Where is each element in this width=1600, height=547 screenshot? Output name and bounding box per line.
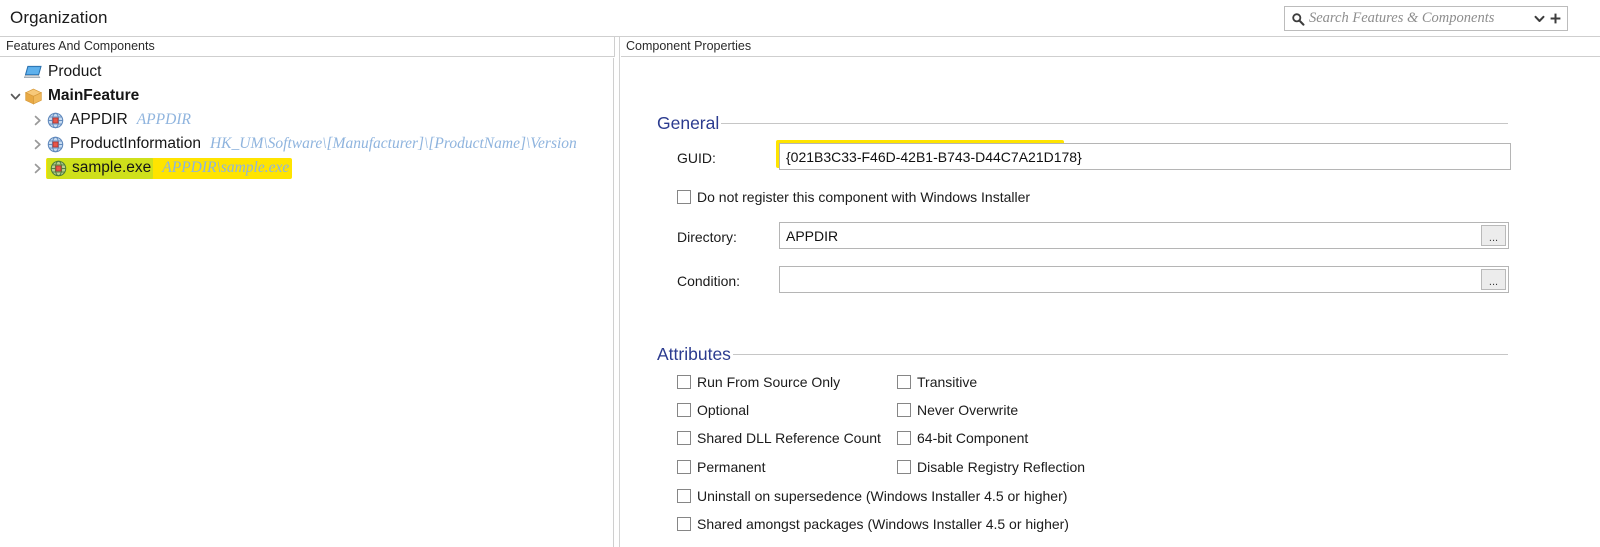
directory-value: APPDIR	[786, 227, 839, 244]
attr-label: 64-bit Component	[917, 430, 1029, 446]
guid-value: {021B3C33-F46D-42B1-B743-D44C7A21D178}	[786, 148, 1082, 165]
component-globe-icon	[50, 160, 67, 176]
permanent-checkbox[interactable]	[677, 460, 691, 474]
component-globe-icon	[47, 136, 64, 152]
do-not-register-label: Do not register this component with Wind…	[697, 189, 1031, 205]
guid-label: GUID:	[677, 150, 716, 166]
condition-browse-button[interactable]: ...	[1481, 269, 1506, 290]
general-group-title: General	[657, 112, 720, 133]
right-pane-header-label: Component Properties	[626, 39, 752, 53]
highlight-marker-sample-row: sample.exe APPDIR\sample.exe	[46, 157, 293, 179]
disable-registry-reflection-checkbox[interactable]	[897, 460, 911, 474]
general-group-header: General	[657, 112, 1508, 134]
tree-item-label: Product	[48, 63, 102, 80]
chevron-right-icon[interactable]	[28, 135, 46, 153]
attr-label: Uninstall on supersedence (Windows Insta…	[697, 488, 1068, 504]
plus-icon[interactable]	[1547, 10, 1563, 28]
chevron-right-icon[interactable]	[28, 159, 46, 177]
right-pane-header: Component Properties	[621, 37, 1600, 57]
chevron-down-icon[interactable]	[1531, 10, 1547, 28]
attributes-group-header: Attributes	[657, 343, 1508, 365]
attr-optional-row[interactable]: Optional	[677, 402, 749, 418]
run-from-source-only-checkbox[interactable]	[677, 375, 691, 389]
attr-label: Transitive	[917, 374, 978, 390]
attr-label: Never Overwrite	[917, 402, 1019, 418]
chevron-down-icon[interactable]	[6, 87, 24, 105]
tree-item-path: APPDIR\sample.exe	[162, 159, 290, 176]
guid-input[interactable]: {021B3C33-F46D-42B1-B743-D44C7A21D178}	[779, 143, 1511, 170]
attr-label: Run From Source Only	[697, 374, 841, 390]
tree-item-appdir[interactable]: APPDIR APPDIR	[0, 108, 613, 132]
attr-uninstall-on-supersedence-row[interactable]: Uninstall on supersedence (Windows Insta…	[677, 488, 1067, 504]
attr-permanent-row[interactable]: Permanent	[677, 459, 765, 475]
attr-64-bit-component-row[interactable]: 64-bit Component	[897, 430, 1028, 446]
component-globe-icon	[47, 112, 64, 128]
search-input[interactable]	[1305, 9, 1531, 28]
directory-browse-button[interactable]: ...	[1481, 225, 1506, 246]
attr-label: Optional	[697, 402, 750, 418]
tree-item-sample-exe[interactable]: sample.exe APPDIR\sample.exe	[0, 156, 613, 180]
tree-item-path: HK_UM\Software\[Manufacturer]\[ProductNa…	[209, 135, 577, 152]
tree-item-mainfeature[interactable]: MainFeature	[0, 84, 613, 108]
condition-input[interactable]: ...	[779, 266, 1509, 293]
do-not-register-checkbox-row[interactable]: Do not register this component with Wind…	[677, 189, 1030, 205]
transitive-checkbox[interactable]	[897, 375, 911, 389]
feature-box-icon	[24, 88, 43, 105]
left-pane-header: Features And Components	[0, 37, 615, 57]
group-divider	[732, 353, 1508, 355]
page-title: Organization	[10, 8, 108, 27]
attr-shared-dll-reference-count-row[interactable]: Shared DLL Reference Count	[677, 430, 881, 446]
tree-item-product[interactable]: Product	[0, 60, 613, 84]
tree-item-label: sample.exe	[72, 159, 152, 176]
attr-disable-registry-reflection-row[interactable]: Disable Registry Reflection	[897, 459, 1085, 475]
tree-item-label: MainFeature	[48, 87, 140, 104]
directory-label: Directory:	[677, 229, 737, 245]
do-not-register-checkbox[interactable]	[677, 190, 691, 204]
attr-label: Disable Registry Reflection	[917, 459, 1086, 475]
uninstall-on-supersedence-checkbox[interactable]	[677, 489, 691, 503]
pane-splitter[interactable]	[615, 37, 620, 547]
search-icon	[1292, 12, 1305, 26]
attr-label: Shared DLL Reference Count	[697, 430, 881, 446]
chevron-right-icon[interactable]	[28, 111, 46, 129]
group-divider	[721, 122, 1508, 124]
highlight-marker-green: sample.exe	[47, 157, 154, 179]
attr-never-overwrite-row[interactable]: Never Overwrite	[897, 402, 1018, 418]
properties-body: General GUID: {021B3C33-F46D-42B1-B743-D…	[621, 58, 1600, 547]
directory-input[interactable]: APPDIR ...	[779, 222, 1509, 249]
search-features-components-box[interactable]	[1284, 6, 1568, 31]
attributes-group-title: Attributes	[657, 343, 731, 364]
features-components-tree[interactable]: Product MainFeature APPDIR APPDIR Produc…	[0, 58, 614, 547]
shared-amongst-packages-checkbox[interactable]	[677, 517, 691, 531]
tree-item-label: APPDIR	[70, 111, 128, 128]
title-bar: Organization	[0, 0, 1600, 37]
attr-run-from-source-only-row[interactable]: Run From Source Only	[677, 374, 840, 390]
attr-transitive-row[interactable]: Transitive	[897, 374, 977, 390]
left-pane-header-label: Features And Components	[6, 39, 155, 53]
tree-item-productinformation[interactable]: ProductInformation HK_UM\Software\[Manuf…	[0, 132, 613, 156]
condition-label: Condition:	[677, 273, 741, 289]
never-overwrite-checkbox[interactable]	[897, 403, 911, 417]
component-properties-pane: Component Properties General GUID: {021B…	[621, 37, 1600, 547]
shared-dll-reference-count-checkbox[interactable]	[677, 431, 691, 445]
monitor-icon	[24, 65, 42, 78]
tree-item-label: ProductInformation	[70, 135, 201, 152]
attr-label: Shared amongst packages (Windows Install…	[697, 516, 1069, 532]
64-bit-component-checkbox[interactable]	[897, 431, 911, 445]
optional-checkbox[interactable]	[677, 403, 691, 417]
attr-shared-amongst-packages-row[interactable]: Shared amongst packages (Windows Install…	[677, 516, 1069, 532]
features-and-components-pane: Features And Components Product MainFeat…	[0, 37, 615, 547]
attr-label: Permanent	[697, 459, 766, 475]
tree-item-path: APPDIR	[136, 111, 191, 128]
